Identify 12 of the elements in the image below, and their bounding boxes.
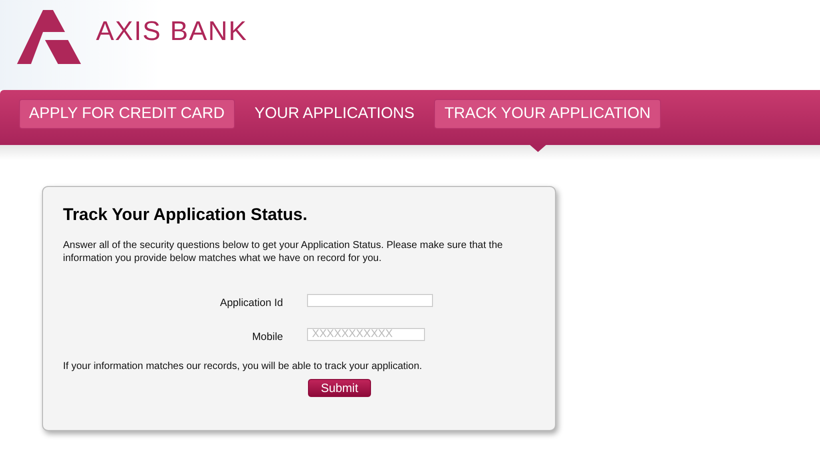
input-field[interactable]: XXXXXXXXXXX: [307, 328, 425, 340]
nav-tab[interactable]: APPLY FOR CREDIT CARD: [20, 100, 234, 128]
field-label: Mobile: [252, 330, 283, 343]
nav-tab[interactable]: YOUR APPLICATIONS: [246, 100, 424, 128]
input-field[interactable]: [307, 294, 433, 306]
field-label: Application Id: [220, 296, 283, 309]
submit-button[interactable]: Submit: [308, 379, 371, 397]
form-title: Track Your Application Status.: [63, 205, 308, 225]
brand-name: AXIS BANK: [96, 16, 248, 47]
intro-text: Answer all of the security questions below to get your Application Status. Please make sure that the information you provide below matches what we have on record for you.: [63, 239, 504, 265]
note-text: If your information matches our records, you will be able to track your application.: [63, 361, 424, 372]
logo-icon: [17, 10, 81, 64]
